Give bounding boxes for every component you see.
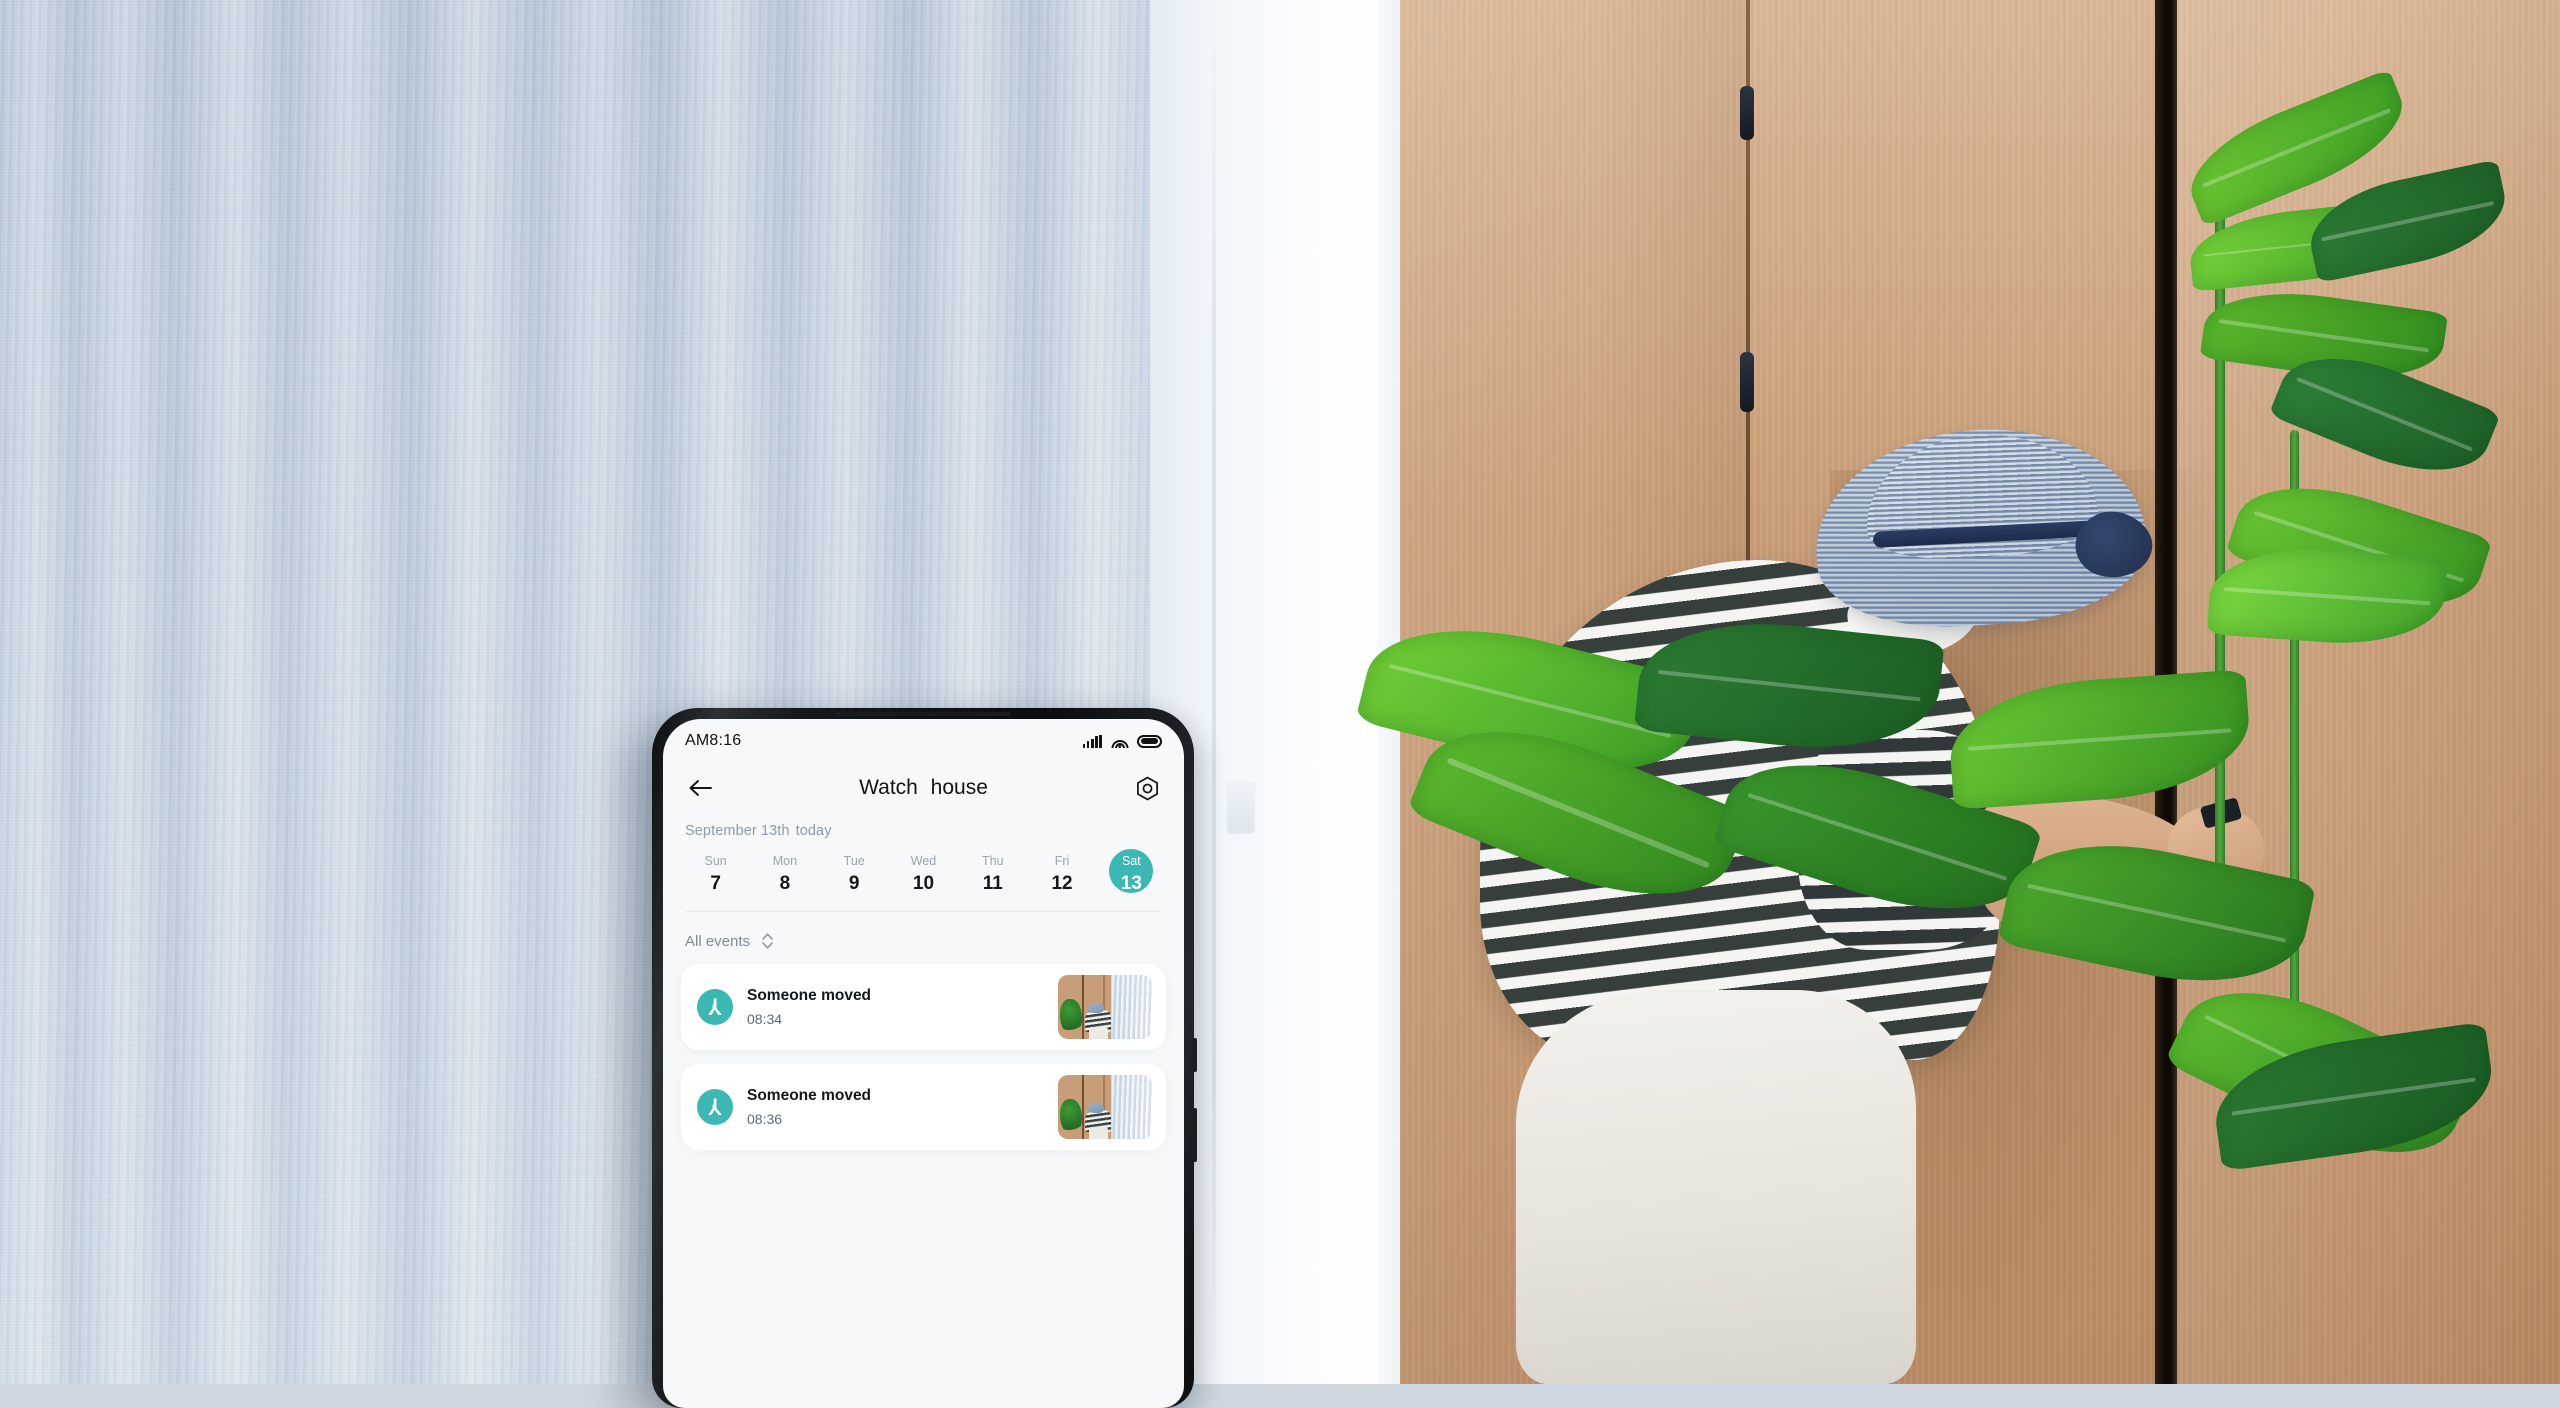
phone-volume-button[interactable] xyxy=(1192,1108,1197,1162)
event-time: 08:34 xyxy=(747,1010,783,1027)
date-weekday: Wed xyxy=(910,854,937,868)
date-cell-12[interactable]: Fri 12 xyxy=(1027,849,1096,897)
plant-leaf xyxy=(1997,821,2317,1006)
thumb-door-seam xyxy=(1082,975,1084,1039)
back-arrow-icon xyxy=(689,780,712,796)
date-cell-10[interactable]: Wed 10 xyxy=(889,849,958,897)
battery-icon xyxy=(1137,734,1162,748)
app-bar: Watch house xyxy=(663,759,1184,817)
date-weekday: Thu xyxy=(981,854,1004,868)
events-list: Someone moved 08:34 Someone moved 08:36 xyxy=(663,950,1184,1150)
event-text: Someone moved 08:36 xyxy=(747,1086,1058,1129)
date-number: 9 xyxy=(848,873,860,894)
monstera-plant xyxy=(1310,68,2560,1384)
signal-icon xyxy=(1082,734,1102,748)
date-number: 11 xyxy=(982,873,1003,894)
thumb-person-hat xyxy=(1088,1103,1104,1113)
thumb-person-pants xyxy=(1089,1127,1108,1139)
thumb-plant xyxy=(1060,1099,1082,1135)
phone-mockup: AM8:16 Watch house September 13th today … xyxy=(652,708,1197,1408)
date-cell-9[interactable]: Tue 9 xyxy=(820,849,889,897)
date-weekday: Mon xyxy=(772,854,798,868)
date-header: September 13th today xyxy=(663,817,1184,839)
date-header-date: September 13th xyxy=(685,823,790,839)
back-button[interactable] xyxy=(685,773,715,803)
event-text: Someone moved 08:34 xyxy=(747,986,1058,1029)
date-weekday: Tue xyxy=(843,854,865,868)
wifi-icon xyxy=(1111,735,1128,748)
date-number: 10 xyxy=(912,873,935,894)
plant-leaf xyxy=(2206,542,2448,651)
event-thumbnail[interactable] xyxy=(1058,975,1152,1039)
date-strip: Sun 7 Mon 8 Tue 9 Wed 10 Thu 11 Fri 12 Sat 13 xyxy=(663,839,1184,897)
thumb-curtain xyxy=(1112,975,1152,1039)
status-icons xyxy=(1082,734,1162,748)
motion-walk-icon xyxy=(708,998,722,1015)
date-cell-13[interactable]: Sat 13 xyxy=(1097,849,1166,897)
event-filter[interactable]: All events xyxy=(663,912,1184,950)
phone-power-button[interactable] xyxy=(1192,1038,1197,1072)
thumb-plant xyxy=(1060,999,1082,1035)
thumb-curtain xyxy=(1112,1075,1152,1139)
event-filter-label: All events xyxy=(685,932,751,950)
date-cell-8[interactable]: Mon 8 xyxy=(750,849,819,897)
event-card[interactable]: Someone moved 08:36 xyxy=(681,1064,1166,1150)
date-weekday: Sun xyxy=(704,854,727,868)
event-thumbnail[interactable] xyxy=(1058,1075,1152,1139)
phone-screen: AM8:16 Watch house September 13th today … xyxy=(663,719,1184,1408)
date-number: 13 xyxy=(1120,873,1142,894)
date-number: 12 xyxy=(1051,873,1073,894)
motion-walk-icon xyxy=(708,1098,722,1115)
date-number: 8 xyxy=(779,873,791,894)
plant-leaf xyxy=(2301,159,2515,284)
event-card[interactable]: Someone moved 08:34 xyxy=(681,964,1166,1050)
date-weekday: Fri xyxy=(1054,854,1070,868)
date-number: 7 xyxy=(710,873,721,894)
thumb-person-hat xyxy=(1088,1003,1104,1013)
date-header-today: today xyxy=(795,823,832,839)
curtain-clip xyxy=(1228,782,1254,832)
plant-leaf xyxy=(1945,669,2254,810)
page-title: Watch house xyxy=(859,776,988,799)
thumb-door-seam xyxy=(1082,1075,1084,1139)
updown-chevron-icon xyxy=(762,933,773,949)
event-title: Someone moved xyxy=(747,986,872,1004)
settings-button[interactable] xyxy=(1132,773,1162,803)
event-type-icon xyxy=(697,1089,733,1125)
date-weekday: Sat xyxy=(1121,854,1141,868)
date-cell-7[interactable]: Sun 7 xyxy=(681,849,750,897)
status-time: AM8:16 xyxy=(685,732,742,749)
room-photo-background xyxy=(0,0,2560,1384)
thumb-person-pants xyxy=(1089,1027,1108,1039)
event-type-icon xyxy=(697,989,733,1025)
status-bar: AM8:16 xyxy=(663,719,1184,759)
event-time: 08:36 xyxy=(747,1110,783,1127)
settings-hex-icon xyxy=(1136,776,1158,800)
event-title: Someone moved xyxy=(747,1086,872,1104)
date-cell-11[interactable]: Thu 11 xyxy=(958,849,1027,897)
